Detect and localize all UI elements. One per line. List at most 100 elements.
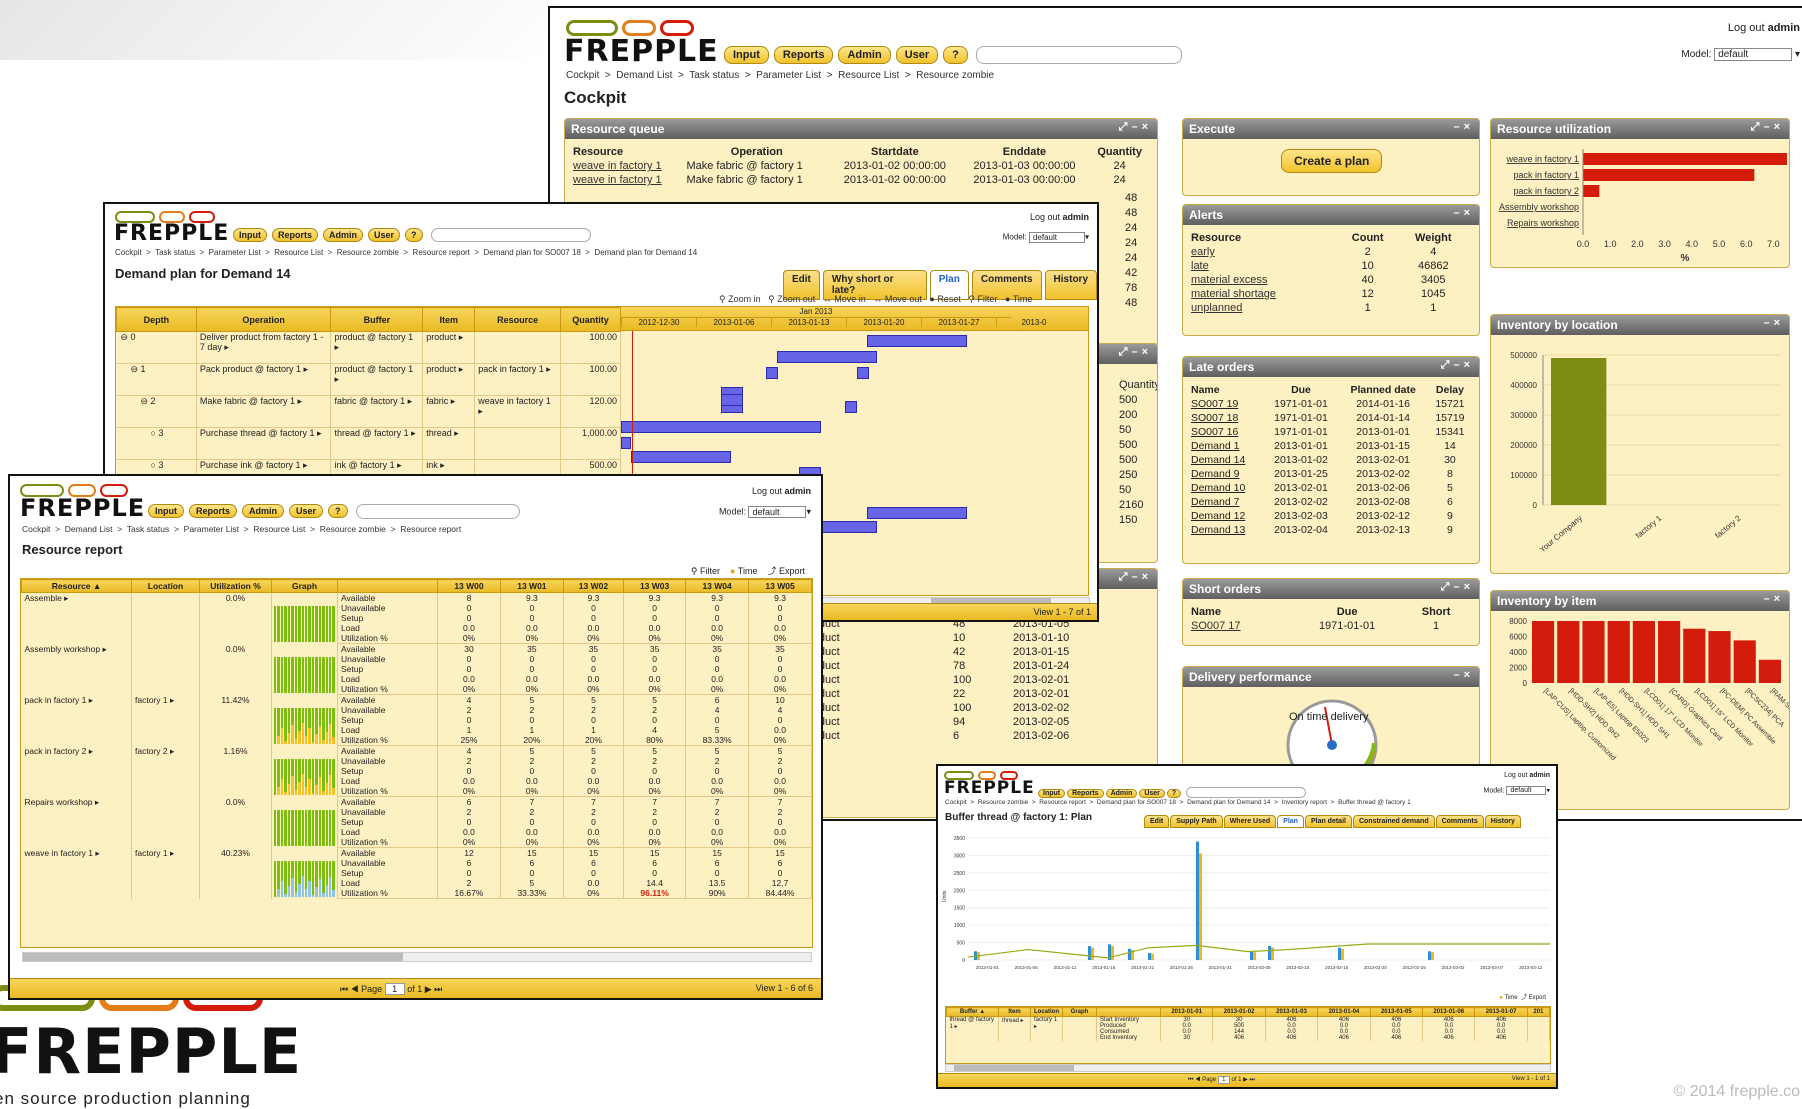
menu-admin[interactable]: Admin	[242, 504, 285, 519]
breadcrumb[interactable]: Cockpit > Task status > Parameter List >…	[115, 248, 697, 257]
frepple-logo[interactable]: FREPPLE	[20, 494, 145, 522]
item-link[interactable]: thread ▸	[422, 427, 476, 460]
menu-input[interactable]: Input	[148, 504, 184, 519]
buffer-link[interactable]: thread @ factory 1 ▸	[946, 1016, 999, 1041]
alert-link[interactable]: material shortage	[1191, 287, 1340, 301]
location-link[interactable]	[131, 796, 200, 848]
zoom-out-button[interactable]: ⚲ Zoom out	[768, 294, 815, 304]
menu-input[interactable]: Input	[1038, 789, 1066, 798]
alert-link[interactable]: material excess	[1191, 273, 1340, 287]
frepple-logo[interactable]: FREPPLE	[114, 221, 229, 246]
page-input[interactable]: 1	[384, 983, 405, 995]
resource-link[interactable]: weave in factory 1	[573, 159, 686, 173]
model-select[interactable]: Model: default ▾	[1681, 48, 1800, 61]
menu-user[interactable]: User	[895, 46, 939, 64]
menu-help[interactable]: ?	[328, 504, 348, 519]
order-link[interactable]: Demand 10	[1191, 481, 1267, 495]
resource-link[interactable]: pack in factory 1 ▸	[474, 363, 562, 396]
tab-plan[interactable]: Plan	[1277, 815, 1304, 828]
resource-link[interactable]	[474, 427, 562, 460]
tab-history[interactable]: History	[1044, 270, 1097, 300]
gantt-bar[interactable]	[621, 437, 631, 449]
move-in-button[interactable]: ↔ Move in	[823, 294, 866, 304]
menu-reports[interactable]: Reports	[773, 46, 834, 64]
depth-cell[interactable]: ⊖ 0	[116, 331, 197, 364]
search-input[interactable]	[430, 228, 591, 243]
horizontal-scrollbar[interactable]	[945, 1064, 1551, 1072]
menu-admin[interactable]: Admin	[838, 46, 891, 64]
filter-button[interactable]: ⚲ Filter	[691, 566, 720, 576]
alert-link[interactable]: late	[1191, 259, 1340, 273]
menu-user[interactable]: User	[368, 228, 401, 242]
breadcrumb[interactable]: Cockpit > Resource zombie > Resource rep…	[945, 799, 1411, 806]
model-select[interactable]: Model: default ▾	[719, 506, 811, 518]
logout-link[interactable]: Log out admin	[1728, 22, 1800, 34]
logout-link[interactable]: Log out admin	[752, 486, 811, 496]
export-button[interactable]: ⤴ Export	[767, 566, 805, 576]
gantt-bar[interactable]	[621, 421, 821, 433]
pager-controls[interactable]: ⏮ ◀ Page 1 of 1 ▶ ⏭	[340, 983, 442, 995]
gantt-bar[interactable]	[857, 367, 869, 379]
pager-controls[interactable]: ⏮ ◀ Page 1 of 1 ▶ ⏭	[1188, 1076, 1255, 1084]
widget-controls-icon[interactable]: –×	[1453, 207, 1474, 219]
logout-link[interactable]: Log out admin	[1030, 212, 1089, 222]
resource-link[interactable]: Repairs workshop ▸	[21, 796, 132, 848]
depth-cell[interactable]: ○ 3	[116, 427, 197, 460]
model-select[interactable]: Model: default ▾	[1003, 232, 1089, 243]
search-input[interactable]	[355, 504, 520, 519]
location-link[interactable]	[131, 643, 200, 695]
gantt-bar[interactable]	[631, 451, 731, 463]
order-link[interactable]: SO007 19	[1191, 397, 1267, 411]
move-out-button[interactable]: ↔ Move out	[873, 294, 922, 304]
gantt-bar[interactable]	[766, 367, 778, 379]
menu-input[interactable]: Input	[724, 46, 769, 64]
widget-controls-icon[interactable]: –×	[1453, 669, 1474, 681]
tab-constrained-demand[interactable]: Constrained demand	[1352, 815, 1435, 828]
resource-link[interactable]: pack in factory 1 ▸	[21, 694, 132, 746]
menu-user[interactable]: User	[1139, 789, 1165, 798]
widget-controls-icon[interactable]: –×	[1453, 121, 1474, 133]
menu-reports[interactable]: Reports	[189, 504, 238, 519]
widget-controls-icon[interactable]: –×	[1763, 317, 1784, 329]
item-link[interactable]: fabric ▸	[422, 395, 476, 428]
resource-link[interactable]	[474, 331, 562, 364]
item-link[interactable]: thread ▸	[998, 1016, 1031, 1041]
gantt-bar[interactable]	[777, 351, 877, 363]
menu-help[interactable]: ?	[1166, 789, 1182, 798]
operation-link[interactable]: Pack product @ factory 1 ▸	[196, 363, 332, 396]
tab-supply-path[interactable]: Supply Path	[1170, 815, 1223, 828]
location-link[interactable]: factory 2 ▸	[131, 745, 200, 797]
order-link[interactable]: Demand 7	[1191, 495, 1267, 509]
item-link[interactable]: product ▸	[422, 363, 476, 396]
menu-input[interactable]: Input	[233, 228, 267, 242]
tab-plan-detail[interactable]: Plan detail	[1304, 815, 1352, 828]
order-link[interactable]: SO007 16	[1191, 425, 1267, 439]
item-link[interactable]: product ▸	[422, 331, 476, 364]
location-link[interactable]	[131, 592, 200, 644]
resource-link[interactable]: Assemble ▸	[21, 592, 132, 644]
buffer-link[interactable]: product @ factory 1 ▸	[330, 363, 424, 396]
search-input[interactable]	[1186, 786, 1307, 798]
frepple-logo[interactable]: FREPPLE	[944, 778, 1035, 798]
widget-controls-icon[interactable]: ⤢–×	[1119, 121, 1152, 134]
menu-admin[interactable]: Admin	[1105, 789, 1138, 798]
widget-controls-icon[interactable]: ⤢–×	[1441, 359, 1474, 372]
location-link[interactable]: factory 1 ▸	[1030, 1016, 1063, 1041]
menu-reports[interactable]: Reports	[1067, 789, 1104, 798]
menu-admin[interactable]: Admin	[323, 228, 364, 242]
gantt-bar[interactable]	[867, 507, 967, 519]
resource-link[interactable]: weave in factory 1 ▸	[21, 847, 132, 899]
order-link[interactable]: Demand 14	[1191, 453, 1267, 467]
time-button[interactable]: ● Time	[730, 566, 757, 576]
tab-history[interactable]: History	[1484, 815, 1521, 828]
resource-link[interactable]: pack in factory 2 ▸	[21, 745, 132, 797]
gantt-bar[interactable]	[721, 394, 743, 406]
order-link[interactable]: Demand 13	[1191, 523, 1267, 537]
operation-link[interactable]: Purchase thread @ factory 1 ▸	[196, 427, 332, 460]
menu-user[interactable]: User	[289, 504, 324, 519]
breadcrumb[interactable]: Cockpit > Demand List > Task status > Pa…	[566, 70, 994, 81]
order-link[interactable]: SO007 18	[1191, 411, 1267, 425]
resource-link[interactable]: Assembly workshop ▸	[21, 643, 132, 695]
breadcrumb[interactable]: Cockpit > Demand List > Task status > Pa…	[22, 524, 461, 534]
alert-link[interactable]: early	[1191, 245, 1340, 259]
